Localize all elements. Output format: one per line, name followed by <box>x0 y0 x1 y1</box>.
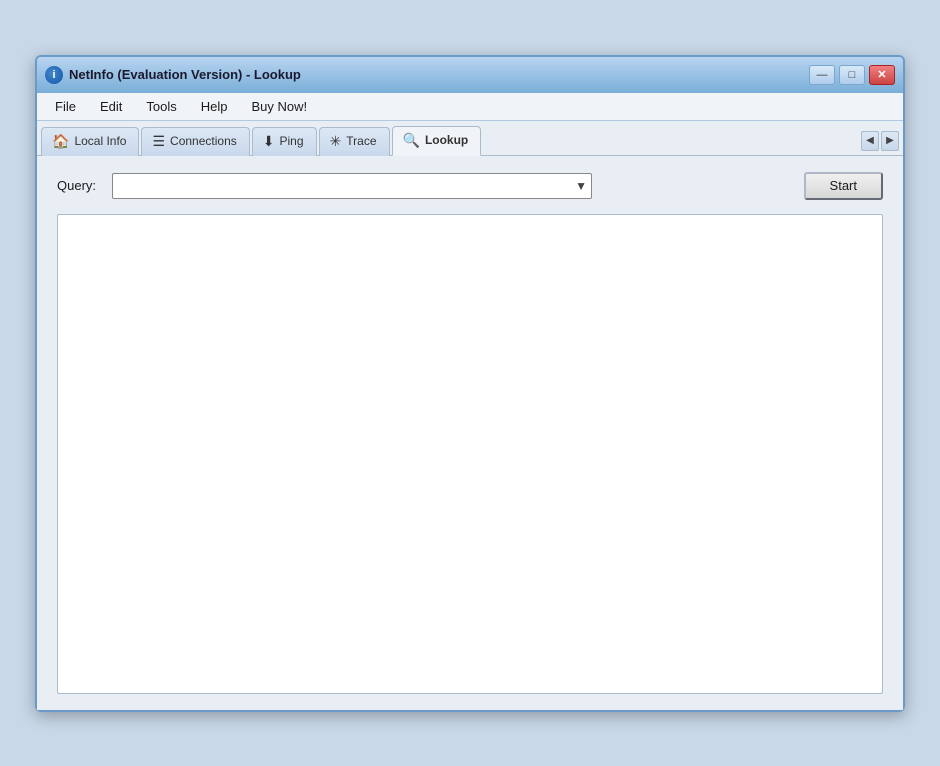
query-label: Query: <box>57 178 102 193</box>
tab-ping[interactable]: ⬇ Ping <box>252 127 317 156</box>
window-controls: — □ ✕ <box>809 65 895 85</box>
combobox-arrow-icon: ▼ <box>575 179 587 193</box>
content-area: Query: ▼ Start <box>37 156 903 710</box>
tab-scroll-next[interactable]: ▶ <box>881 131 899 151</box>
local-info-icon: 🏠 <box>52 133 69 150</box>
tabbar: 🏠 Local Info ☰ Connections ⬇ Ping ✳ Trac… <box>37 121 903 156</box>
trace-icon: ✳ <box>330 133 342 150</box>
query-combobox[interactable]: ▼ <box>112 173 592 199</box>
menu-buynow[interactable]: Buy Now! <box>241 96 317 117</box>
tab-connections[interactable]: ☰ Connections <box>141 127 249 156</box>
tab-local-info[interactable]: 🏠 Local Info <box>41 127 139 156</box>
close-button[interactable]: ✕ <box>869 65 895 85</box>
titlebar: i NetInfo (Evaluation Version) - Lookup … <box>37 57 903 93</box>
maximize-button[interactable]: □ <box>839 65 865 85</box>
connections-icon: ☰ <box>152 133 165 150</box>
tab-scroll-controls: ◀ ▶ <box>861 131 899 155</box>
tab-lookup[interactable]: 🔍 Lookup <box>392 126 482 156</box>
window-title: NetInfo (Evaluation Version) - Lookup <box>69 67 301 82</box>
menu-tools[interactable]: Tools <box>136 96 186 117</box>
tab-scroll-prev[interactable]: ◀ <box>861 131 879 151</box>
app-icon: i <box>45 66 63 84</box>
tab-local-info-label: Local Info <box>74 134 126 148</box>
tab-trace-label: Trace <box>346 134 376 148</box>
lookup-icon: 🔍 <box>403 132 420 149</box>
ping-icon: ⬇ <box>263 133 275 150</box>
menubar: File Edit Tools Help Buy Now! <box>37 93 903 121</box>
minimize-button[interactable]: — <box>809 65 835 85</box>
tab-lookup-label: Lookup <box>425 133 468 147</box>
menu-help[interactable]: Help <box>191 96 238 117</box>
query-row: Query: ▼ Start <box>57 172 883 200</box>
menu-edit[interactable]: Edit <box>90 96 132 117</box>
start-button[interactable]: Start <box>804 172 883 200</box>
menu-file[interactable]: File <box>45 96 86 117</box>
titlebar-left: i NetInfo (Evaluation Version) - Lookup <box>45 66 301 84</box>
tab-connections-label: Connections <box>170 134 237 148</box>
app-window: i NetInfo (Evaluation Version) - Lookup … <box>35 55 905 712</box>
tab-ping-label: Ping <box>280 134 304 148</box>
tab-trace[interactable]: ✳ Trace <box>319 127 390 156</box>
output-area <box>57 214 883 694</box>
